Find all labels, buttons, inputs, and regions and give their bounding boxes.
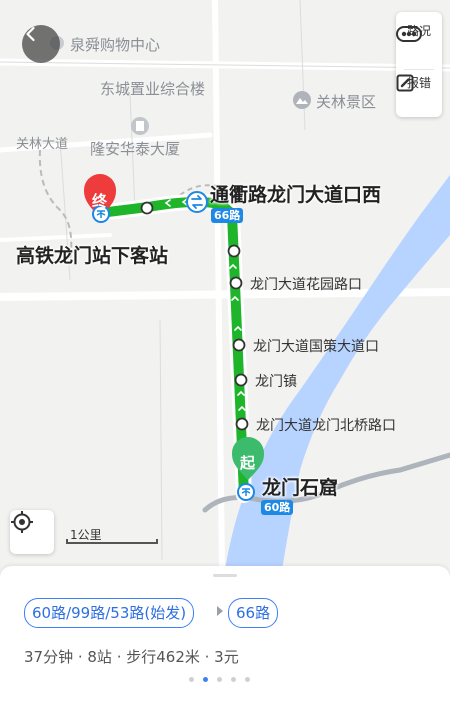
poi-quanshun-mall: 泉舜购物中心 xyxy=(70,36,161,54)
route-chip-2[interactable]: 66路 xyxy=(228,598,279,628)
stop-label-1[interactable]: 龙门大道花园路口 xyxy=(250,274,362,294)
arrow-right-icon xyxy=(217,606,223,616)
stop-label-3[interactable]: 龙门镇 xyxy=(255,371,297,391)
map-tool-panel: 路况 报错 xyxy=(396,12,442,117)
locate-button[interactable] xyxy=(10,510,54,554)
transfer-stop-label[interactable]: 通衢路龙门大道口西 xyxy=(210,180,381,207)
map-view[interactable]: 泉舜购物中心 东城置业综合楼 关林景区 关林大道 隆安华泰大厦 终 高铁龙门站下… xyxy=(0,0,450,570)
page-dot-5[interactable] xyxy=(245,677,250,682)
sheet-handle[interactable] xyxy=(213,574,237,577)
stop-circle-6 xyxy=(235,417,249,431)
map-scale: 1公里 xyxy=(66,524,158,544)
route-plan-sheet[interactable]: 60路/99路/53路(始发) 66路 37分钟 · 8站 · 步行462米 ·… xyxy=(0,566,450,712)
page-indicator xyxy=(189,677,250,682)
route-chip-1[interactable]: 60路/99路/53路(始发) xyxy=(24,598,195,628)
route-60-badge: 60路 xyxy=(261,500,294,515)
stop-circle-1 xyxy=(140,201,154,215)
poi-dongcheng-building: 东城置业综合楼 xyxy=(100,80,206,98)
road-guanlin-avenue: 关林大道 xyxy=(16,137,69,152)
end-stop-label[interactable]: 高铁龙门站下客站 xyxy=(16,241,168,268)
traffic-button[interactable]: 路况 xyxy=(396,20,442,42)
scenic-icon xyxy=(293,91,311,109)
stop-label-2[interactable]: 龙门大道国策大道口 xyxy=(253,336,379,356)
back-button[interactable] xyxy=(22,25,60,63)
page-dot-1[interactable] xyxy=(189,677,194,682)
page-dot-2[interactable] xyxy=(203,677,208,682)
map-canvas xyxy=(0,0,450,570)
locate-icon xyxy=(11,511,33,533)
page-dot-3[interactable] xyxy=(217,677,222,682)
start-marker-text: 起 xyxy=(240,454,256,472)
stop-circle-4 xyxy=(232,338,246,352)
poi-longan-building: 隆安华泰大厦 xyxy=(90,140,181,158)
route-summary: 37分钟 · 8站 · 步行462米 · 3元 xyxy=(24,648,239,666)
traffic-icon xyxy=(396,26,422,42)
stop-circle-3 xyxy=(229,276,243,290)
start-stop-label[interactable]: 龙门石窟 xyxy=(262,473,338,500)
chevron-left-icon xyxy=(26,26,35,42)
stop-label-4[interactable]: 龙门大道龙门北桥路口 xyxy=(256,415,396,435)
stop-circle-2 xyxy=(227,244,241,258)
edit-icon xyxy=(396,74,414,92)
end-marker-text: 终 xyxy=(92,192,108,210)
transfer-icon xyxy=(186,191,208,213)
scale-bar xyxy=(66,539,158,544)
report-error-button[interactable]: 报错 xyxy=(396,72,442,92)
building-icon xyxy=(131,117,149,135)
page-dot-4[interactable] xyxy=(231,677,236,682)
poi-guanlin-scenic: 关林景区 xyxy=(316,93,377,111)
route-66-badge: 66路 xyxy=(211,208,244,223)
stop-circle-5 xyxy=(234,373,248,387)
